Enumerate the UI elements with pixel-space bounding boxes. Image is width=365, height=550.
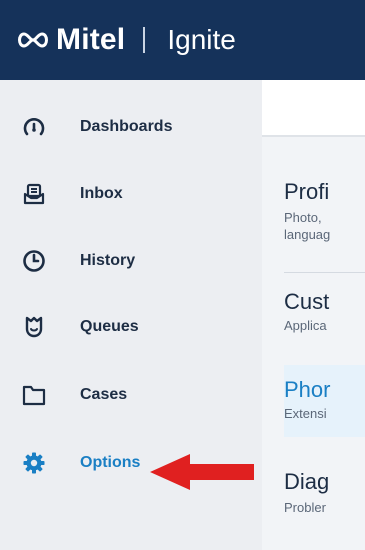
annotation-arrow-icon [150,454,254,490]
app-header: Mitel Ignite [0,0,365,80]
header-divider [143,27,146,53]
option-item-phone[interactable]: Phor Extensi [284,365,365,437]
clock-icon [23,250,45,272]
option-title: Diag [284,469,330,494]
product-name: Ignite [167,24,236,55]
sidebar-item-inbox[interactable]: Inbox [0,169,262,219]
sidebar-item-label: Cases [80,386,128,403]
option-description: Extensi [284,406,327,421]
gauge-icon [23,118,45,136]
folder-icon [22,385,46,406]
mitel-logo-icon [18,32,48,48]
option-item-diagnostics[interactable]: Diag Probler [284,455,365,525]
brand-name: Mitel [56,23,126,56]
sidebar-item-label: Options [80,454,141,471]
sidebar-item-queues[interactable]: Queues [0,302,262,352]
row-divider [284,272,365,273]
options-list: Profi Photo, languag Cust Applica Phor E… [262,137,365,550]
panel-header [262,80,365,135]
sidebar-item-history[interactable]: History [0,236,262,286]
option-description: Applica [284,318,327,333]
queue-icon [25,316,43,338]
option-title: Cust [284,289,330,314]
option-description: languag [284,227,331,242]
sidebar-item-label: Inbox [80,185,123,202]
sidebar-item-label: History [80,252,136,269]
option-description: Photo, [284,210,322,225]
option-item-profile[interactable]: Profi Photo, languag [284,173,365,253]
option-item-customization[interactable]: Cust Applica [284,279,365,339]
brand: Mitel [16,23,125,57]
sidebar-item-label: Queues [80,318,139,335]
option-title: Profi [284,179,330,204]
gear-icon [23,452,45,474]
sidebar-item-dashboards[interactable]: Dashboards [0,102,262,152]
inbox-icon [23,183,45,205]
sidebar-item-label: Dashboards [80,118,173,135]
options-panel: Profi Photo, languag Cust Applica Phor E… [262,80,365,550]
option-description: Probler [284,500,326,515]
option-title: Phor [284,377,331,402]
sidebar-item-cases[interactable]: Cases [0,370,262,420]
